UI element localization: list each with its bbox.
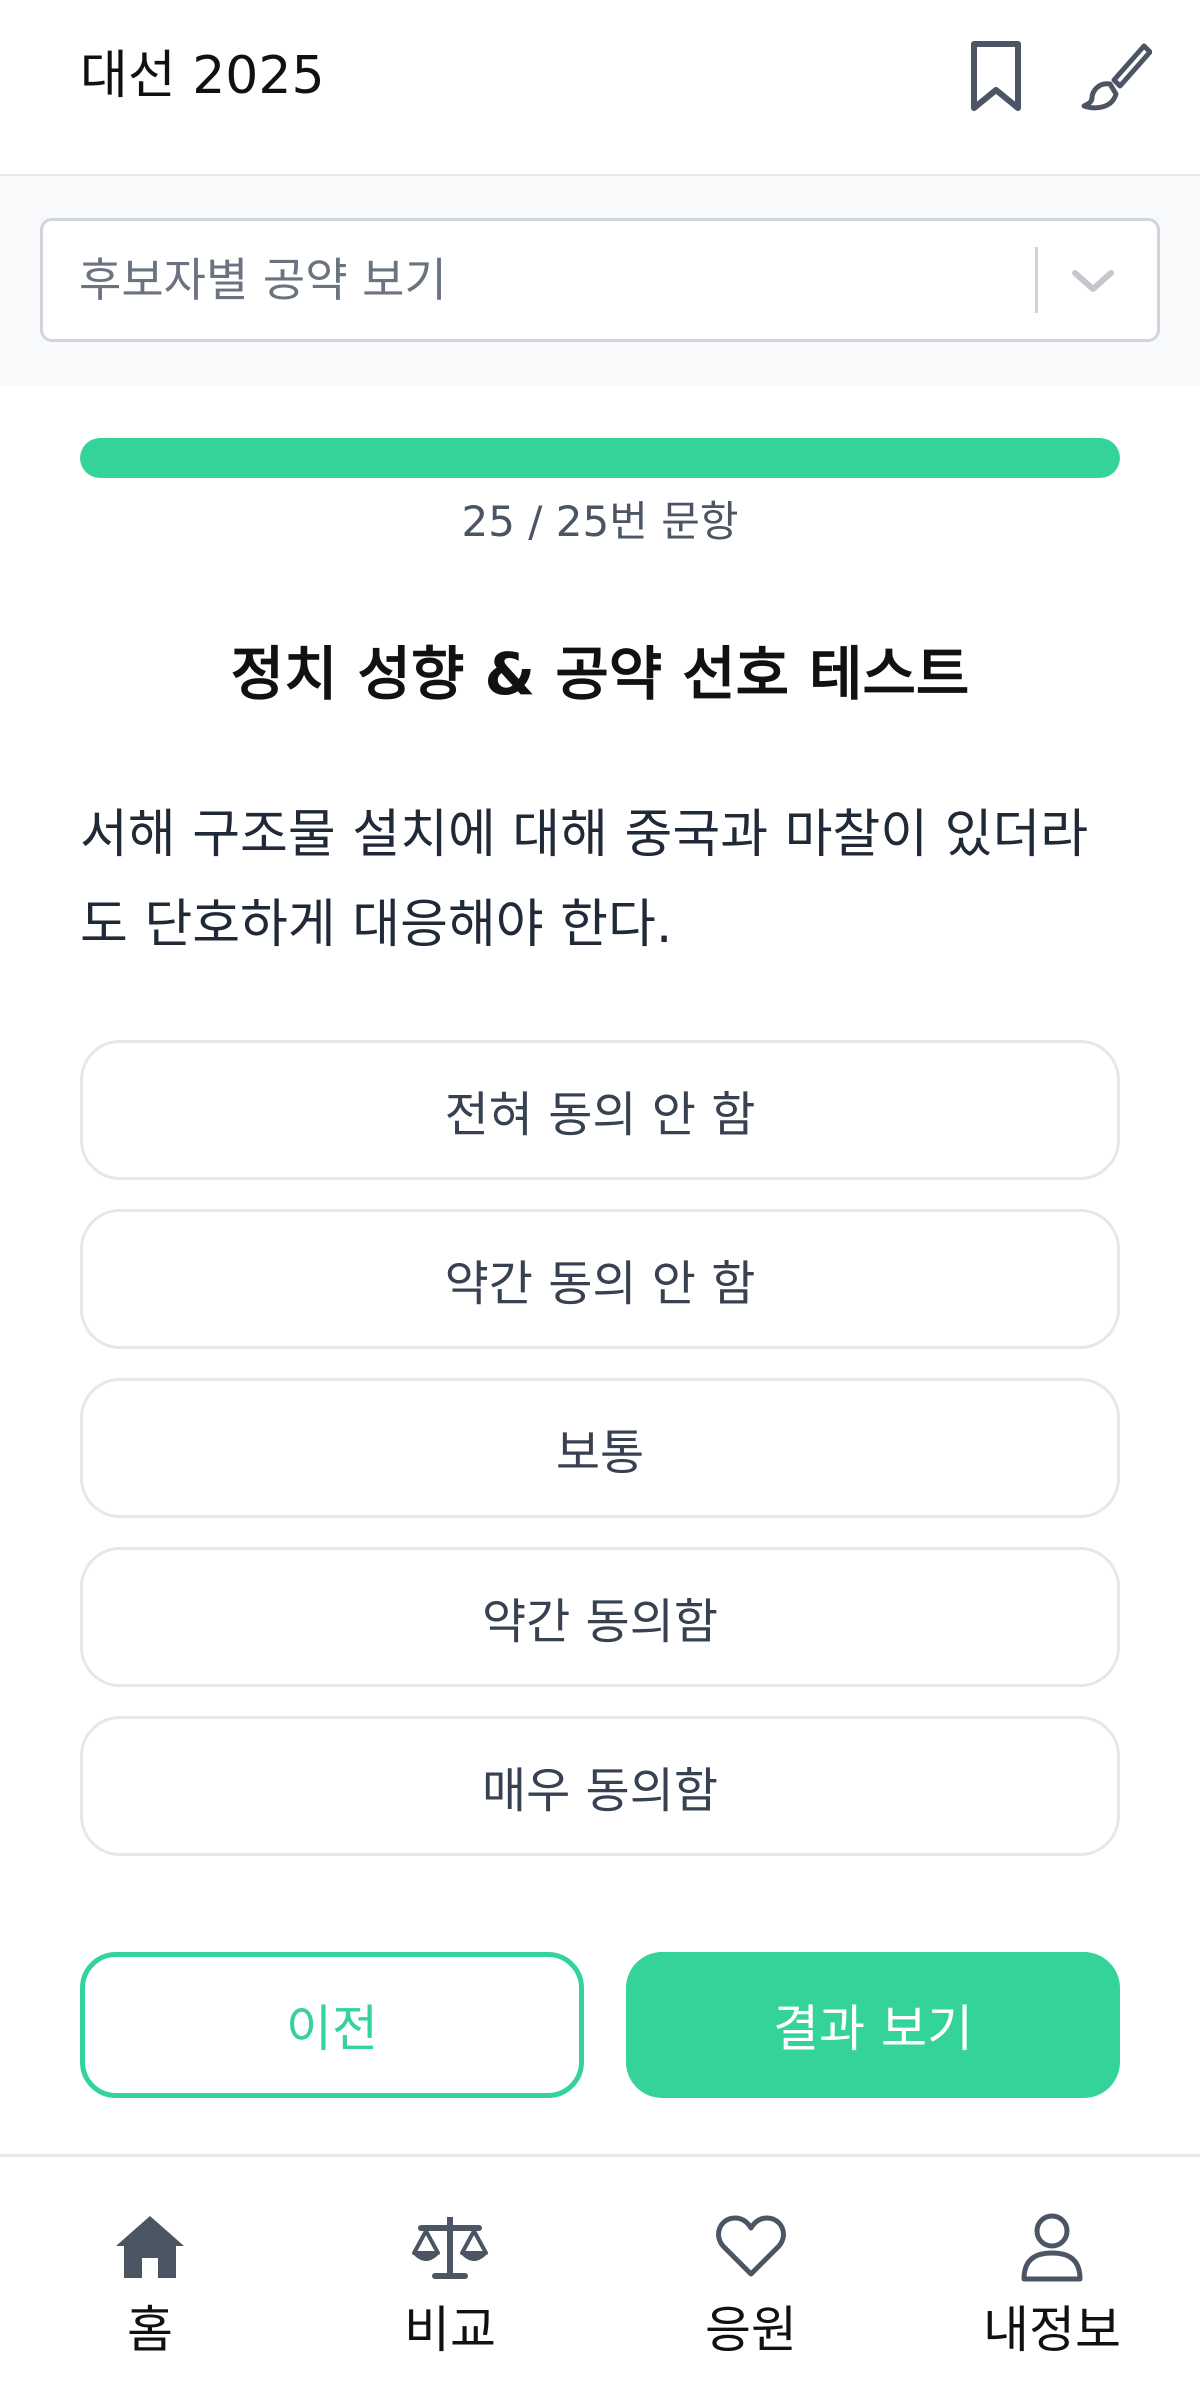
nav-label-my-info: 내정보 (983, 2301, 1121, 2359)
option-somewhat-agree[interactable]: 약간 동의함 (80, 1547, 1120, 1687)
progress-fill (80, 438, 1120, 478)
app-bar: 대선 2025 (0, 0, 1200, 176)
option-strongly-disagree[interactable]: 전혀 동의 안 함 (80, 1040, 1120, 1180)
nav-label-cheer: 응원 (705, 2301, 797, 2359)
nav-label-compare: 비교 (404, 2301, 496, 2359)
home-icon (110, 2207, 190, 2287)
filter-band: 후보자별 공약 보기 (0, 176, 1200, 386)
bottom-nav: 홈 비교 응원 내정보 (0, 2154, 1200, 2402)
nav-item-compare[interactable]: 비교 (330, 2207, 570, 2377)
select-label: 후보자별 공약 보기 (79, 253, 447, 307)
nav-label-home: 홈 (127, 2301, 173, 2359)
option-somewhat-disagree[interactable]: 약간 동의 안 함 (80, 1209, 1120, 1349)
option-strongly-agree[interactable]: 매우 동의함 (80, 1716, 1120, 1856)
nav-item-cheer[interactable]: 응원 (631, 2207, 871, 2377)
bookmark-icon[interactable] (956, 36, 1036, 116)
paintbrush-icon[interactable] (1076, 36, 1156, 116)
question-text: 서해 구조물 설치에 대해 중국과 마찰이 있더라도 단호하게 대응해야 한다. (80, 805, 1089, 955)
user-icon (1012, 2207, 1092, 2287)
select-divider (1035, 247, 1038, 313)
test-title: 정치 성향 & 공약 선호 테스트 (230, 640, 970, 708)
view-result-button[interactable]: 결과 보기 (626, 1952, 1120, 2098)
progress-bar (80, 438, 1120, 478)
scale-icon (410, 2207, 490, 2287)
heart-icon (711, 2207, 791, 2287)
candidate-pledge-select[interactable]: 후보자별 공약 보기 (40, 218, 1160, 342)
app-title: 대선 2025 (80, 46, 325, 106)
option-neutral[interactable]: 보통 (80, 1378, 1120, 1518)
nav-item-home[interactable]: 홈 (30, 2207, 270, 2377)
nav-item-my-info[interactable]: 내정보 (932, 2207, 1172, 2377)
prev-button[interactable]: 이전 (80, 1952, 584, 2098)
answer-options: 전혀 동의 안 함 약간 동의 안 함 보통 약간 동의함 매우 동의함 (80, 1040, 1120, 1885)
chevron-down-icon[interactable] (1063, 251, 1123, 311)
progress-text: 25 / 25번 문항 (461, 497, 739, 546)
